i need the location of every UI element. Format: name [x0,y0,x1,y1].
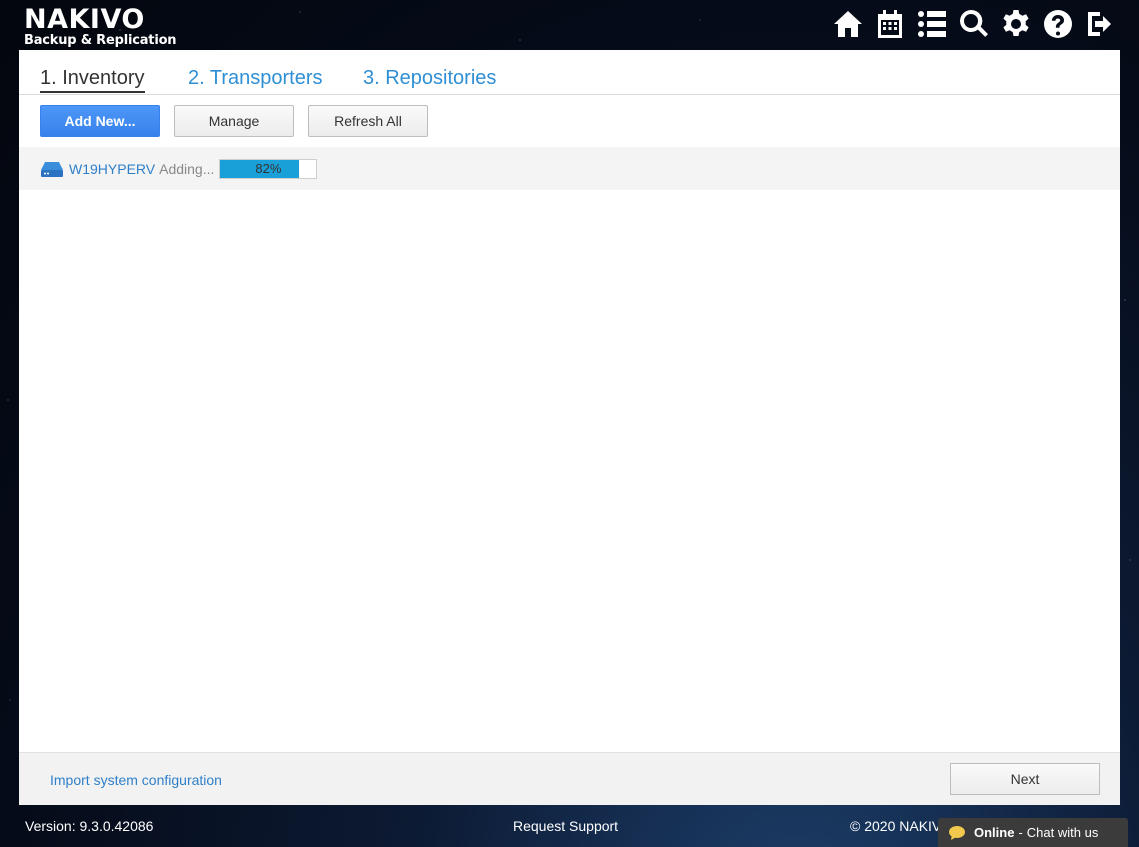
calendar-icon[interactable] [873,6,907,42]
inventory-item-name[interactable]: W19HYPERV [69,161,155,177]
progress-label: 82% [255,160,282,176]
manage-button[interactable]: Manage [174,105,294,137]
tab-inventory[interactable]: 1. Inventory [40,67,145,93]
add-new-button[interactable]: Add New... [40,105,160,137]
tab-repositories[interactable]: 3. Repositories [363,67,496,90]
chat-separator: - [1018,825,1023,840]
list-icon[interactable] [915,6,949,42]
bottom-bar: Version: 9.3.0.42086 Request Support © 2… [0,805,1139,847]
chat-widget[interactable]: Online - Chat with us [938,818,1128,847]
logout-icon[interactable] [1083,6,1117,42]
tab-transporters[interactable]: 2. Transporters [188,67,323,90]
next-button[interactable]: Next [950,763,1100,795]
nakivo-logo: NAKIVO Backup & Replication [24,4,177,48]
chat-bubble-icon [948,825,966,841]
version-label: Version: 9.3.0.42086 [25,818,154,834]
top-navigation [831,6,1117,42]
server-icon [41,160,63,178]
search-icon[interactable] [957,6,991,42]
import-configuration-link[interactable]: Import system configuration [50,772,222,788]
copyright-text: © 2020 NAKIVO [850,818,940,834]
help-icon[interactable] [1041,6,1075,42]
gear-icon[interactable] [999,6,1033,42]
request-support-link[interactable]: Request Support [513,818,618,834]
logo-sub-text: Backup & Replication [24,33,177,48]
main-panel: 1. Inventory 2. Transporters 3. Reposito… [19,50,1120,805]
progress-bar: 82% [219,158,318,179]
inventory-item[interactable]: W19HYPERV Adding... 82% [19,147,1120,190]
inventory-item-status: Adding... [159,160,215,177]
home-icon[interactable] [831,6,865,42]
chat-online-label: Online [974,825,1015,840]
logo-main-text: NAKIVO [24,4,145,35]
panel-footer: Import system configuration Next [19,752,1120,805]
wizard-tabs: 1. Inventory 2. Transporters 3. Reposito… [19,50,1120,95]
refresh-all-button[interactable]: Refresh All [308,105,428,137]
chat-text: Chat with us [1026,825,1099,840]
